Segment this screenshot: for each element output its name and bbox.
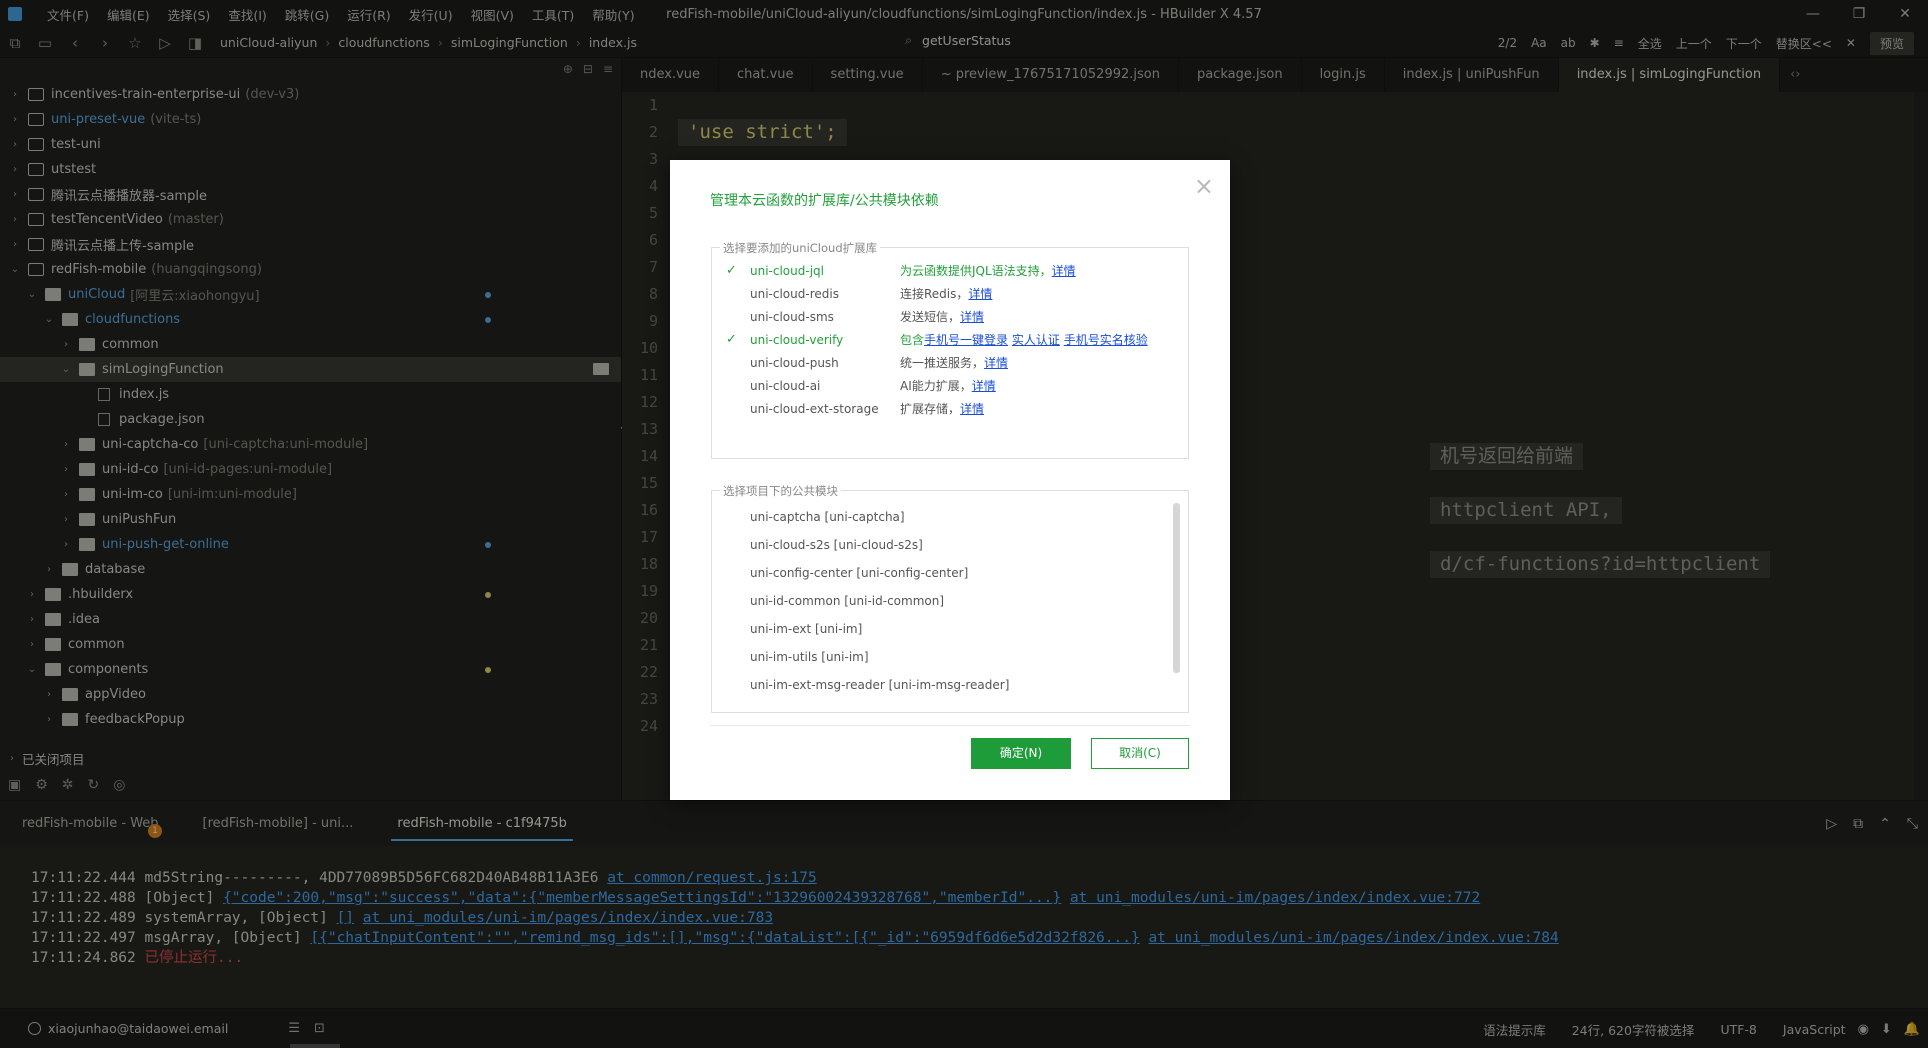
divider xyxy=(710,725,1190,726)
extension-desc-text: 连接Redis， xyxy=(900,287,969,301)
module-item[interactable]: uni-im-utils [uni-im] xyxy=(750,643,869,671)
extension-link[interactable]: 详情 xyxy=(972,379,996,393)
cancel-button[interactable]: 取消(C) xyxy=(1091,738,1189,769)
extension-legend: 选择要添加的uniCloud扩展库 xyxy=(720,240,881,256)
module-item[interactable]: uni-im-ext-msg-reader [uni-im-msg-reader… xyxy=(750,671,1009,699)
extension-link[interactable]: 详情 xyxy=(984,356,1008,370)
dialog-title: 管理本云函数的扩展库/公共模块依赖 xyxy=(710,193,939,209)
extension-desc: 扩展存储，详情 xyxy=(900,395,984,423)
extension-desc-text: 统一推送服务， xyxy=(900,356,985,370)
module-group: 选择项目下的公共模块 uni-captcha [uni-captcha] uni-… xyxy=(711,483,1189,713)
extension-item[interactable]: uni-cloud-ext-storage 扩展存储，详情 xyxy=(712,395,1188,423)
module-item[interactable]: uni-id-common [uni-id-common] xyxy=(750,587,944,615)
extension-desc-text: 为云函数提供JQL语法支持， xyxy=(900,264,1052,278)
module-legend: 选择项目下的公共模块 xyxy=(720,483,841,499)
extension-link[interactable]: 详情 xyxy=(968,287,992,301)
module-item[interactable]: uni-config-center [uni-config-center] xyxy=(750,559,968,587)
extension-group: 选择要添加的uniCloud扩展库 ✓ uni-cloud-jql 为云函数提供JQ… xyxy=(711,240,1189,459)
module-item[interactable]: uni-im-ext [uni-im] xyxy=(750,615,862,643)
dependency-dialog: 管理本云函数的扩展库/公共模块依赖 × 选择要添加的uniCloud扩展库 ✓ u… xyxy=(670,160,1230,800)
confirm-button[interactable]: 确定(N) xyxy=(971,738,1071,769)
module-scrollbar[interactable] xyxy=(1173,503,1180,673)
extension-link[interactable]: 详情 xyxy=(960,310,984,324)
extension-link[interactable]: 手机号实名核验 xyxy=(1064,333,1148,347)
extension-link[interactable]: 详情 xyxy=(960,402,984,416)
module-item[interactable]: uni-cloud-s2s [uni-cloud-s2s] xyxy=(750,531,923,559)
extension-desc-text: 扩展存储， xyxy=(900,402,961,416)
extension-desc-text: AI能力扩展， xyxy=(900,379,972,393)
extension-name: uni-cloud-ext-storage xyxy=(750,402,879,416)
module-item[interactable]: uni-captcha [uni-captcha] xyxy=(750,503,905,531)
extension-link[interactable]: 手机号一键登录 xyxy=(924,333,1008,347)
close-icon[interactable]: × xyxy=(1194,172,1214,200)
extension-link[interactable]: 详情 xyxy=(1052,264,1076,278)
extension-desc-text: 包含 xyxy=(900,333,925,347)
extension-link[interactable]: 实人认证 xyxy=(1012,333,1060,347)
extension-desc-text: 发送短信， xyxy=(900,310,961,324)
